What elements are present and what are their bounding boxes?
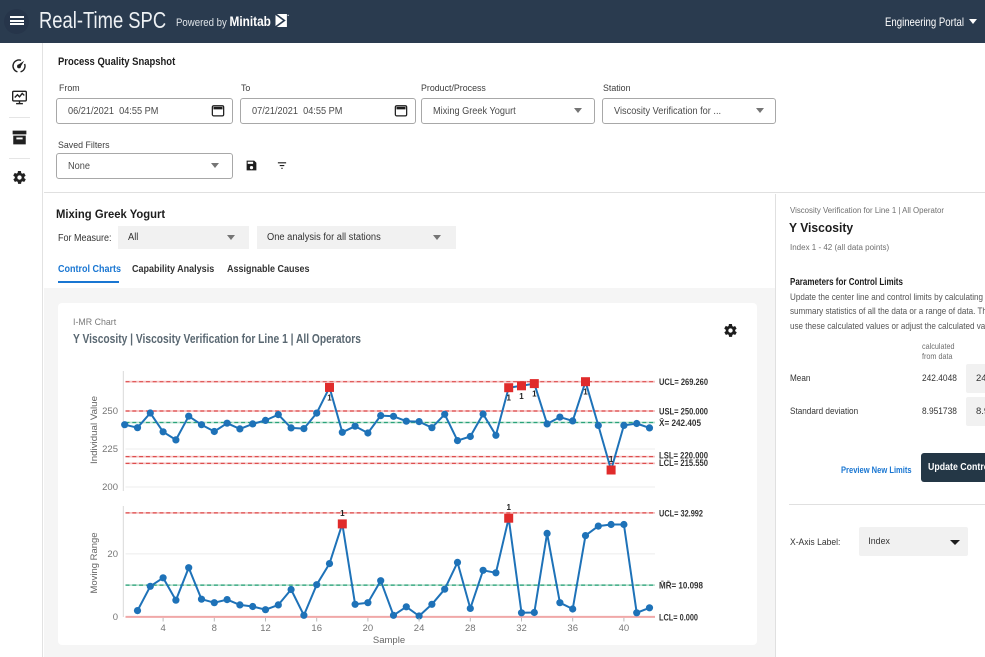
svg-text:28: 28 [465,623,476,634]
svg-text:UCL= 32.992: UCL= 32.992 [659,508,703,519]
svg-text:Sample: Sample [373,635,405,646]
svg-text:40: 40 [619,623,630,634]
svg-text:20: 20 [107,549,118,560]
svg-text:UCL= 269.260: UCL= 269.260 [659,377,708,388]
svg-text:1: 1 [327,393,332,402]
svg-text:36: 36 [567,623,578,634]
svg-text:200: 200 [102,482,118,493]
svg-text:LCL= 215.550: LCL= 215.550 [659,458,708,469]
svg-text:24: 24 [414,623,425,634]
svg-text:1: 1 [609,455,614,464]
svg-text:Moving Range: Moving Range [89,533,100,594]
svg-text:4: 4 [160,623,165,634]
svg-text:0: 0 [113,612,118,623]
svg-text:1: 1 [519,392,524,401]
svg-text:1: 1 [506,503,511,512]
svg-text:225: 225 [102,444,118,455]
svg-text:LCL= 0.000: LCL= 0.000 [659,612,698,623]
svg-text:20: 20 [363,623,374,634]
svg-text:M̄R̄= 10.098: M̄R̄= 10.098 [659,580,703,591]
svg-text:USL= 250.000: USL= 250.000 [659,407,708,418]
svg-text:Individual Value: Individual Value [89,396,100,464]
svg-text:12: 12 [260,623,271,634]
svg-text:1: 1 [532,390,537,399]
svg-text:1: 1 [506,394,511,403]
svg-text:16: 16 [311,623,322,634]
svg-text:1: 1 [340,509,345,518]
svg-text:X̄= 242.405: X̄= 242.405 [659,418,702,429]
svg-text:250: 250 [102,406,118,417]
svg-text:8: 8 [212,623,217,634]
svg-text:1: 1 [583,388,588,397]
svg-text:32: 32 [516,623,527,634]
